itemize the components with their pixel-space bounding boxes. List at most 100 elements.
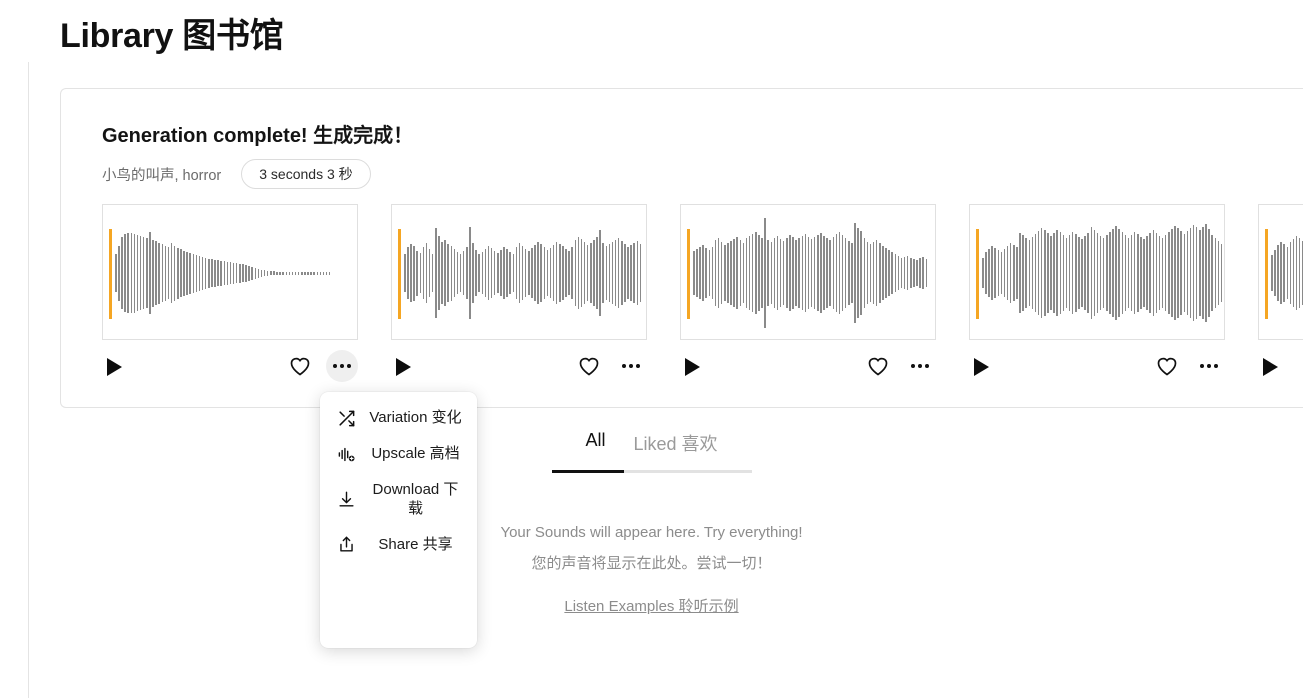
waveform-bar — [1081, 239, 1083, 307]
waveform-3[interactable] — [680, 204, 936, 340]
waveform-bar — [232, 262, 235, 284]
track-card — [680, 204, 936, 394]
waveform-bar — [714, 240, 717, 306]
waveform-bar — [266, 270, 269, 276]
waveform-bar — [524, 249, 527, 297]
waveform-bar — [1177, 228, 1179, 318]
waveform-bar — [425, 243, 428, 303]
track-context-menu[interactable]: Variation 变化 Upscale 高档 Download 下载 Share 共… — [320, 392, 477, 648]
heart-icon[interactable] — [1155, 354, 1179, 378]
waveform-bar — [161, 244, 163, 302]
waveform-5[interactable] — [1258, 204, 1303, 340]
waveform-bar — [875, 240, 878, 306]
waveform-bar — [985, 252, 987, 294]
waveform-bar — [186, 251, 188, 295]
upscale-icon — [336, 444, 356, 464]
waveform-bars — [404, 205, 646, 339]
tab-liked[interactable]: Liked 喜欢 — [619, 424, 731, 470]
waveform-4[interactable] — [969, 204, 1225, 340]
waveform-bar — [537, 242, 539, 304]
waveform-bar — [1161, 238, 1164, 308]
waveform-bar — [711, 247, 714, 299]
waveform-bar — [906, 256, 909, 290]
waveform-bar — [571, 247, 573, 299]
waveform-bar — [1053, 233, 1055, 313]
more-options-icon[interactable] — [904, 350, 936, 382]
waveform-bar — [1059, 232, 1061, 314]
play-icon[interactable] — [1263, 358, 1278, 376]
heart-icon[interactable] — [288, 354, 312, 378]
waveform-bar — [832, 237, 834, 309]
waveform-bar — [891, 252, 893, 294]
waveform-bar — [829, 240, 831, 306]
waveform-bar — [1205, 224, 1207, 322]
waveform-bar — [742, 243, 745, 303]
waveform-bar — [1130, 235, 1133, 311]
play-icon[interactable] — [107, 358, 122, 376]
waveform-bar — [1223, 242, 1224, 304]
waveform-bar — [611, 242, 614, 304]
heart-icon[interactable] — [866, 354, 890, 378]
waveform-bar — [599, 230, 601, 316]
waveform-bar — [801, 236, 803, 310]
waveform-bar — [639, 244, 642, 302]
play-icon[interactable] — [974, 358, 989, 376]
generation-prompt: 小鸟的叫声, horror — [102, 167, 222, 184]
waveform-2[interactable] — [391, 204, 647, 340]
waveform-1[interactable] — [102, 204, 358, 340]
waveform-bar — [226, 261, 229, 285]
waveform-bar — [214, 259, 216, 287]
menu-item-upscale[interactable]: Upscale 高档 — [320, 436, 477, 472]
waveform-bar — [1137, 234, 1139, 312]
menu-item-download[interactable]: Download 下载 — [320, 472, 477, 526]
waveform-bar — [988, 249, 990, 297]
waveform-bar — [288, 271, 291, 275]
waveform-bar — [229, 262, 232, 284]
waveform-bar — [297, 271, 300, 275]
waveform-bar — [1164, 235, 1167, 311]
empty-state-line-zh: 您的声音将显示在此处。尝试一切！ — [531, 555, 772, 572]
waveform-bar — [549, 248, 552, 298]
menu-item-shuffle[interactable]: Variation 变化 — [320, 400, 477, 436]
waveform-bar — [285, 271, 287, 275]
more-options-icon[interactable] — [615, 350, 647, 382]
waveform-bar — [717, 238, 720, 308]
waveform-bar — [1078, 237, 1080, 309]
waveform-bar — [450, 245, 452, 301]
waveform-bar — [922, 257, 924, 289]
waveform-bar — [555, 242, 558, 304]
waveform-bar — [848, 241, 850, 305]
menu-item-label: Upscale 高档 — [371, 445, 460, 463]
waveform-bar — [466, 247, 468, 299]
more-options-icon[interactable] — [326, 350, 358, 382]
tab-all[interactable]: All — [571, 424, 619, 470]
waveform-bar — [727, 243, 729, 303]
generation-result-card: Generation complete! 生成完成！ 小鸟的叫声, horror… — [60, 88, 1303, 408]
waveform-bar — [1124, 235, 1127, 311]
waveform-bar — [453, 249, 456, 297]
waveform-bar — [478, 254, 480, 292]
waveform-bar — [534, 245, 536, 301]
heart-icon[interactable] — [577, 354, 601, 378]
waveform-bar — [608, 244, 611, 302]
waveform-bar — [854, 223, 856, 323]
waveform-bar — [307, 271, 309, 275]
waveform-bar — [239, 263, 241, 283]
waveform-bar — [596, 237, 598, 309]
track-controls — [102, 346, 358, 394]
waveform-bar — [503, 247, 505, 299]
play-icon[interactable] — [685, 358, 700, 376]
track-controls — [1258, 346, 1303, 394]
waveform-bar — [217, 260, 219, 286]
waveform-bar — [322, 271, 325, 275]
waveform-bar — [593, 240, 595, 306]
menu-item-share[interactable]: Share 共享 — [320, 526, 477, 562]
waveform-bar — [301, 271, 303, 275]
play-icon[interactable] — [396, 358, 411, 376]
waveform-bar — [422, 247, 425, 299]
listen-examples-link[interactable]: Listen Examples 聆听示例 — [564, 591, 738, 622]
more-options-icon[interactable] — [1193, 350, 1225, 382]
waveform-bar — [291, 271, 294, 275]
waveform-bar — [559, 244, 561, 302]
waveform-bar — [804, 234, 807, 312]
